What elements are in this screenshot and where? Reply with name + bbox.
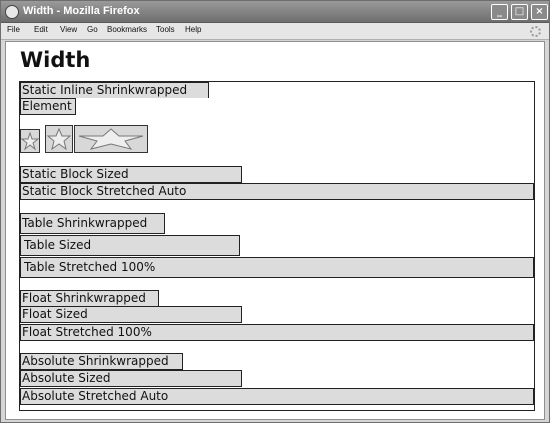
throbber-icon xyxy=(530,26,541,37)
close-button[interactable]: × xyxy=(531,4,548,20)
float-stretched-100: Float Stretched 100% xyxy=(20,324,534,341)
static-block-stretched-auto: Static Block Stretched Auto xyxy=(20,183,534,200)
firefox-icon xyxy=(5,5,19,19)
menu-tools[interactable]: Tools xyxy=(156,25,175,34)
table-sized: Table Sized xyxy=(20,235,240,256)
static-inline-shrinkwrapped: Static Inline Shrinkwrapped xyxy=(20,82,209,98)
star-image-small xyxy=(20,129,40,153)
menu-file[interactable]: File xyxy=(7,25,20,34)
page-title: Width xyxy=(20,48,91,72)
menu-edit[interactable]: Edit xyxy=(34,25,48,34)
static-block-sized: Static Block Sized xyxy=(20,166,242,183)
static-inline-element: Element xyxy=(20,98,76,115)
page-viewport[interactable]: Width Static Inline Shrinkwrapped Elemen… xyxy=(5,41,545,420)
maximize-button[interactable]: □ xyxy=(511,4,528,20)
menu-help[interactable]: Help xyxy=(185,25,201,34)
menu-bookmarks[interactable]: Bookmarks xyxy=(107,25,147,34)
star-image-wide xyxy=(74,125,148,153)
menu-go[interactable]: Go xyxy=(87,25,98,34)
float-sized: Float Sized xyxy=(20,306,242,323)
absolute-sized: Absolute Sized xyxy=(20,370,242,387)
browser-window: Width - Mozilla Firefox _ □ × File Edit … xyxy=(0,0,550,423)
menu-bar: File Edit View Go Bookmarks Tools Help xyxy=(1,23,549,40)
minimize-button[interactable]: _ xyxy=(491,4,508,20)
title-bar[interactable]: Width - Mozilla Firefox _ □ × xyxy=(1,1,549,23)
menu-view[interactable]: View xyxy=(60,25,77,34)
absolute-stretched-auto: Absolute Stretched Auto xyxy=(20,388,534,405)
float-shrinkwrapped: Float Shrinkwrapped xyxy=(20,290,159,307)
star-image-medium xyxy=(45,125,73,153)
window-title: Width - Mozilla Firefox xyxy=(23,5,140,17)
demo-container: Static Inline Shrinkwrapped Element Stat… xyxy=(19,81,535,411)
table-stretched-100: Table Stretched 100% xyxy=(20,257,534,278)
table-shrinkwrapped: Table Shrinkwrapped xyxy=(20,213,165,234)
absolute-shrinkwrapped: Absolute Shrinkwrapped xyxy=(20,353,183,370)
